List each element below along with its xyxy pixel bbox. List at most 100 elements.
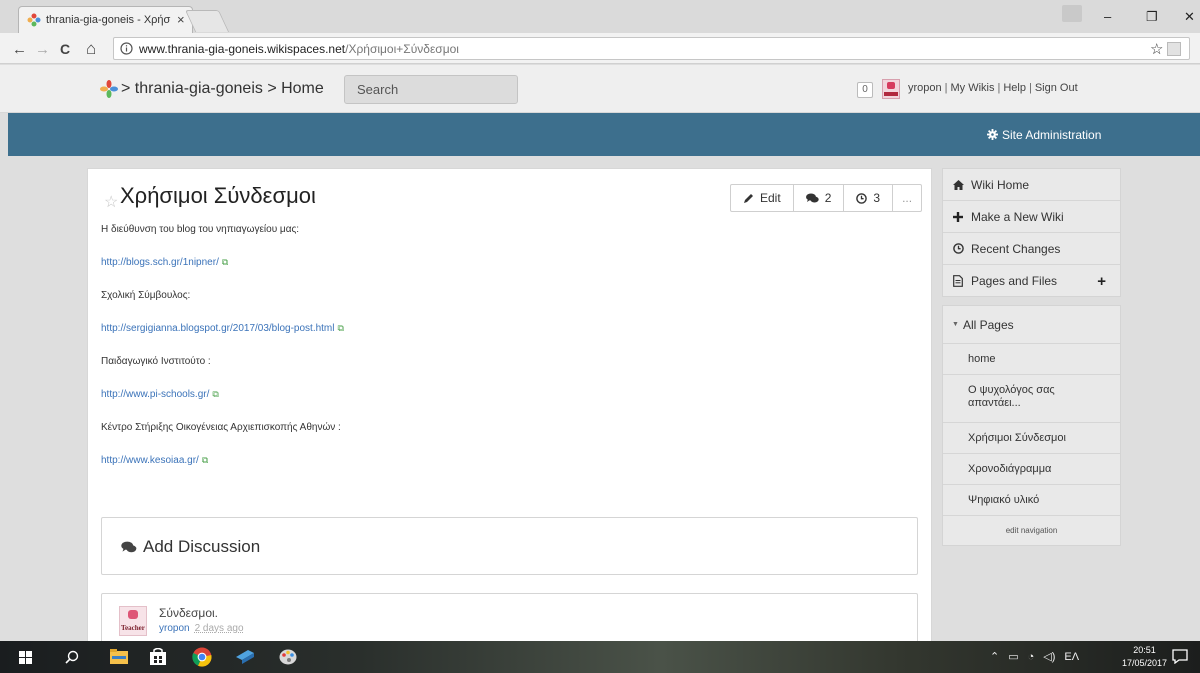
separator: | [944,82,948,94]
external-link-icon: ⧉ [337,323,344,333]
start-icon[interactable] [19,651,32,664]
extension-icon[interactable] [1167,42,1181,56]
sidebar-item-label: Pages and Files [971,274,1058,288]
home-icon[interactable]: ⌂ [86,39,96,59]
username-link[interactable]: yropon [908,82,942,94]
all-pages-toggle[interactable]: ▼ All Pages [943,306,1120,344]
url-text: www.thrania-gia-goneis.wikispaces.net/Χρ… [139,42,459,56]
sidebar-item-wiki-home[interactable]: Wiki Home [943,169,1120,201]
notification-count[interactable]: 0 [857,82,873,98]
add-page-button[interactable]: + [1097,273,1106,290]
advisor-link[interactable]: http://sergigianna.blogspot.gr/2017/03/b… [101,323,344,334]
avatar-heart-icon [887,82,895,89]
all-pages-label: All Pages [962,317,1014,332]
profile-icon[interactable] [1062,5,1082,22]
link-text[interactable]: http://www.kesoiaa.gr/ [101,455,199,466]
add-discussion-box[interactable]: Add Discussion [101,517,918,575]
link-text[interactable]: http://www.pi-schools.gr/ [101,389,209,400]
more-button[interactable]: ... [893,185,921,211]
forward-icon[interactable]: → [35,41,50,58]
sidebar-item-recent-changes[interactable]: Recent Changes [943,233,1120,265]
my-wikis-link[interactable]: My Wikis [951,82,995,94]
minimize-icon[interactable]: – [1104,9,1111,24]
avatar-band [884,92,898,96]
page-content: ☆ Χρήσιμοι Σύνδεσμοι Edit 2 3 ... Η διεύ… [87,168,932,649]
browser-tabstrip: thrania-gia-goneis - Χρήσιμοι Σύνδεσμοι … [0,0,1200,33]
sidebar-item-label: Recent Changes [971,241,1061,256]
edit-navigation-link[interactable]: edit navigation [943,516,1120,545]
thread-title[interactable]: Σύνδεσμοι. [159,606,218,620]
user-avatar[interactable] [882,79,900,99]
pi-schools-link[interactable]: http://www.pi-schools.gr/⧉ [101,389,219,400]
language-indicator[interactable]: ΕΛ [1064,651,1079,663]
plus-icon [953,211,967,222]
sidebar-all-pages: ▼ All Pages home Ο ψυχολόγος σας απαντάε… [942,305,1121,546]
body-text-line: Η διεύθυνση του blog του νηπιαγωγείου μα… [101,224,300,235]
clock-icon [856,192,868,204]
paint-icon[interactable] [279,648,297,665]
sign-out-link[interactable]: Sign Out [1035,82,1078,94]
wifi-icon[interactable]: ◔ [1028,651,1035,663]
file-explorer-icon[interactable] [110,648,128,664]
taskbar-clock[interactable]: 20:51 17/05/2017 [1122,644,1167,670]
back-icon[interactable]: ← [12,41,27,58]
sidebar-page-home[interactable]: home [943,344,1120,375]
battery-icon[interactable]: ▭ [1008,651,1018,663]
store-icon[interactable] [150,648,166,665]
separator: | [1028,82,1032,94]
url-host: www.thrania-gia-goneis.wikispaces.net [139,42,346,56]
edit-label: Edit [760,191,781,205]
sidebar-main-nav: Wiki Home Make a New Wiki Recent Changes… [942,168,1121,297]
bookmark-star-icon[interactable]: ☆ [1150,40,1163,58]
caret-down-icon: ▼ [952,321,959,328]
sidebar-page-schedule[interactable]: Χρονοδιάγραμμα [943,454,1120,485]
comments-button[interactable]: 2 [794,185,845,211]
site-administration-link[interactable]: Site Administration [987,128,1101,142]
maximize-icon[interactable]: ❐ [1146,9,1158,25]
app-icon[interactable] [236,648,254,665]
sidebar-item-label: Wiki Home [971,177,1030,192]
wiki-header: > thrania-gia-goneis > Home 0 yropon|My … [0,65,1200,113]
url-path: /Χρήσιμοι+Σύνδεσμοι [345,42,459,56]
history-button[interactable]: 3 [844,185,894,211]
close-window-icon[interactable]: ✕ [1184,9,1195,25]
address-bar[interactable]: www.thrania-gia-goneis.wikispaces.net/Χρ… [113,37,1190,60]
chrome-icon[interactable] [192,647,212,667]
thread-avatar: Teacher [119,606,147,636]
link-text[interactable]: http://sergigianna.blogspot.gr/2017/03/b… [101,323,335,334]
wikispaces-favicon-icon [27,13,41,27]
edit-button[interactable]: Edit [731,185,794,211]
show-hidden-icons-icon[interactable]: ⌃ [990,651,999,663]
tab-close-icon[interactable]: × [177,12,185,27]
action-center-icon[interactable] [1172,649,1188,664]
volume-icon[interactable]: ◁) [1043,651,1055,663]
search-input[interactable] [344,75,518,104]
sidebar-item-make-new-wiki[interactable]: Make a New Wiki [943,201,1120,233]
help-link[interactable]: Help [1003,82,1026,94]
kesoiaa-link[interactable]: http://www.kesoiaa.gr/⧉ [101,455,208,466]
search-icon[interactable] [65,650,79,664]
sidebar-page-digital-material[interactable]: Ψηφιακό υλικό [943,485,1120,516]
system-tray: ⌃ ▭ ◔ ◁) ΕΛ [990,650,1088,663]
add-discussion-label: Add Discussion [143,537,261,556]
thread-date: 2 days ago [194,623,244,634]
admin-bar: Site Administration [8,113,1200,156]
sidebar-page-useful-links[interactable]: Χρήσιμοι Σύνδεσμοι [943,423,1120,454]
page-title: Χρήσιμοι Σύνδεσμοι [120,183,316,208]
sidebar-item-pages-and-files[interactable]: Pages and Files + [943,265,1120,297]
add-discussion-button[interactable]: Add Discussion [121,537,260,557]
gear-icon [987,128,998,142]
sidebar-page-psychologist[interactable]: Ο ψυχολόγος σας απαντάει... [943,375,1120,423]
info-icon[interactable] [120,42,133,55]
body-text-line: Σχολική Σύμβουλος: [101,290,191,301]
favorite-star-icon[interactable]: ☆ [104,192,118,212]
browser-tab[interactable]: thrania-gia-goneis - Χρήσιμοι Σύνδεσμοι … [18,6,193,33]
reload-icon[interactable]: C [60,41,70,57]
breadcrumb[interactable]: > thrania-gia-goneis > Home [121,80,324,98]
thread-meta: yropon 2 days ago [159,623,244,634]
blog-link[interactable]: http://blogs.sch.gr/1nipner/⧉ [101,257,228,268]
thread-author-link[interactable]: yropon [159,623,190,634]
link-text[interactable]: http://blogs.sch.gr/1nipner/ [101,257,219,268]
file-icon [953,275,967,287]
wikispaces-logo-icon[interactable] [100,80,118,98]
